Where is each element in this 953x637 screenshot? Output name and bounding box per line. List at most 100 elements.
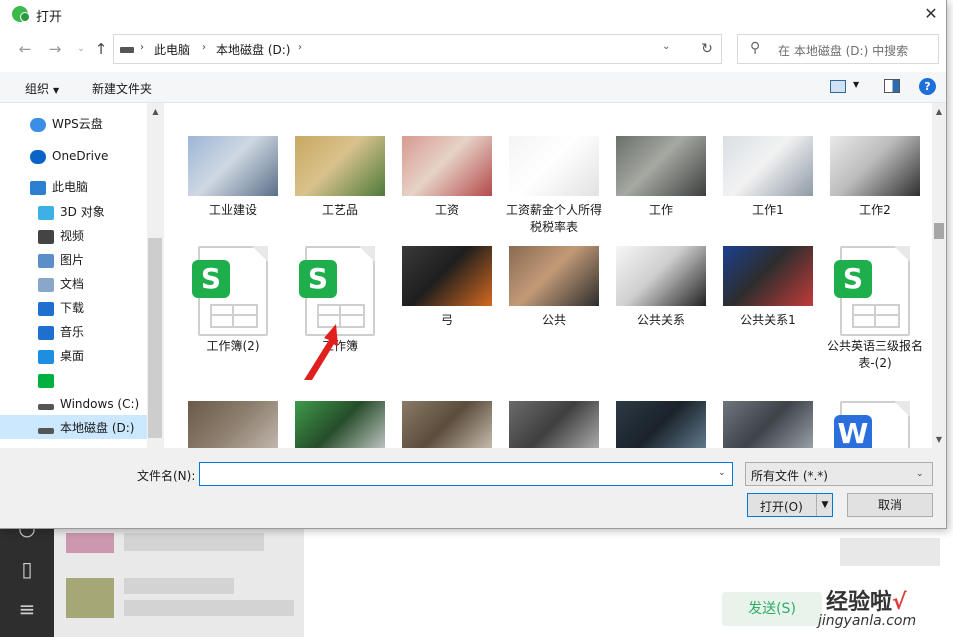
sidebar-item[interactable]	[38, 369, 60, 391]
blurred-avatar	[66, 578, 114, 618]
chevron-down-icon[interactable]: ▼	[853, 80, 859, 89]
cube-icon	[38, 205, 54, 220]
image-thumbnail	[509, 136, 599, 196]
sidebar-item-label: 此电脑	[52, 180, 89, 194]
music-note-icon	[38, 325, 54, 340]
scroll-up-icon[interactable]: ▲	[147, 107, 164, 116]
scroll-up-icon[interactable]: ▲	[932, 107, 946, 116]
image-thumbnail	[402, 136, 492, 196]
scroll-down-icon[interactable]: ▼	[932, 435, 946, 444]
sidebar-item-label: 桌面	[60, 349, 85, 363]
wps-spreadsheet-icon: S	[834, 246, 910, 336]
red-arrow-annotation	[304, 324, 338, 380]
filename-input[interactable]	[199, 462, 733, 486]
file-name: 公共英语三级报名表-(2)	[826, 339, 923, 370]
sidebar-item[interactable]: 下载	[38, 297, 84, 319]
sidebar-item[interactable]: WPS云盘	[30, 113, 103, 135]
sidebar-item[interactable]: 3D 对象	[38, 201, 105, 223]
file-grid-scrollbar[interactable]	[932, 103, 946, 448]
sidebar-item[interactable]: 本地磁盘 (D:)	[38, 417, 134, 439]
table-glyph	[210, 304, 258, 328]
file-type-select[interactable]: 所有文件 (*.*) ⌄	[745, 462, 933, 486]
download-arrow-icon	[38, 301, 54, 316]
close-button[interactable]: ✕	[916, 0, 946, 28]
wps-badge: S	[834, 260, 872, 298]
file-name: 工作2	[859, 203, 891, 217]
sidebar-item[interactable]: 音乐	[38, 321, 84, 343]
breadcrumb-separator: ›	[298, 42, 302, 53]
preview-pane-icon[interactable]	[884, 79, 900, 93]
address-bar[interactable]: › 此电脑 › 本地磁盘 (D:) › ⌄	[113, 34, 695, 64]
image-thumbnail	[295, 401, 385, 448]
chevron-down-icon[interactable]: ⌄	[662, 41, 670, 52]
search-placeholder: 在 本地磁盘 (D:) 中搜索	[778, 44, 909, 58]
file-name: 弓	[440, 313, 453, 327]
sidebar-item-label: 文档	[60, 277, 85, 291]
wps-badge: S	[192, 260, 230, 298]
sidebar-item-label: 本地磁盘 (D:)	[60, 421, 135, 435]
search-input[interactable]: ⚲ 在 本地磁盘 (D:) 中搜索	[737, 34, 939, 64]
open-options-dropdown[interactable]: ▼	[816, 494, 833, 516]
sidebar-item[interactable]: 视频	[38, 225, 84, 247]
cloud-icon	[30, 149, 46, 164]
image-thumbnail	[616, 136, 706, 196]
dialog-title: 打开	[36, 10, 63, 25]
back-button[interactable]: ←	[14, 38, 36, 60]
file-name: 公共	[541, 313, 566, 327]
film-icon	[38, 229, 54, 244]
sidebar-item[interactable]: OneDrive	[30, 145, 108, 167]
drive-icon	[38, 427, 54, 434]
new-folder-button[interactable]: 新建文件夹	[92, 80, 152, 97]
cloud-icon	[30, 117, 46, 132]
image-thumbnail	[188, 401, 278, 448]
image-thumbnail	[830, 136, 920, 196]
phone-icon[interactable]: ▯	[14, 556, 40, 582]
menu-icon[interactable]: ≡	[14, 596, 40, 622]
breadcrumb-this-pc[interactable]: 此电脑	[154, 41, 190, 58]
arrow-shape	[304, 324, 338, 380]
sidebar-item[interactable]: 图片	[38, 249, 84, 271]
blurred-avatar	[66, 533, 114, 553]
blurred-text	[124, 578, 234, 594]
help-icon[interactable]: ?	[919, 78, 936, 95]
refresh-button[interactable]: ↻	[693, 34, 722, 64]
file-name: 工资薪金个人所得税税率表	[505, 203, 602, 234]
sidebar-item[interactable]: 文档	[38, 273, 84, 295]
breadcrumb-drive-d[interactable]: 本地磁盘 (D:)	[216, 41, 290, 58]
table-glyph	[852, 304, 900, 328]
file-grid-scrollbar-thumb[interactable]	[934, 223, 944, 239]
chevron-down-icon: ⌄	[916, 469, 924, 479]
sidebar-item-label: 图片	[60, 253, 85, 267]
change-view-icon[interactable]	[830, 80, 846, 93]
open-button[interactable]: 打开(O) ▼	[747, 493, 833, 517]
document-icon	[38, 277, 54, 292]
blurred-text	[124, 533, 264, 551]
send-button[interactable]: 发送(S)	[722, 592, 822, 626]
image-thumbnail	[723, 136, 813, 196]
image-thumbnail	[723, 246, 813, 306]
sidebar-item-label: 音乐	[60, 325, 85, 339]
title-bar[interactable]: 打开 ✕	[0, 0, 946, 28]
drive-icon	[120, 47, 134, 53]
picture-icon	[38, 253, 54, 268]
up-button[interactable]: ↑	[90, 38, 112, 60]
sidebar-item-label: OneDrive	[52, 149, 109, 163]
wps-spreadsheet-icon: S	[192, 246, 268, 336]
sidebar-item-label: 3D 对象	[60, 205, 105, 219]
forward-button[interactable]: →	[44, 38, 66, 60]
recent-locations-button[interactable]: ⌄	[70, 38, 92, 60]
file-name: 工作1	[752, 203, 784, 217]
image-thumbnail	[509, 246, 599, 306]
sidebar-item[interactable]: 桌面	[38, 345, 84, 367]
image-thumbnail	[723, 401, 813, 448]
open-button-label: 打开(O)	[760, 500, 803, 514]
file-name: 公共关系	[636, 313, 685, 327]
sidebar-item[interactable]: Windows (C:)	[38, 393, 139, 415]
filename-label: 文件名(N):	[137, 469, 196, 483]
organize-button[interactable]: 组织 ▼	[25, 80, 59, 97]
chevron-down-icon[interactable]: ⌄	[718, 468, 726, 478]
nav-scrollbar-thumb[interactable]	[148, 238, 162, 438]
cancel-button[interactable]: 取消	[847, 493, 933, 517]
sidebar-item-label: Windows (C:)	[60, 397, 140, 411]
sidebar-item[interactable]: 此电脑	[30, 176, 88, 198]
